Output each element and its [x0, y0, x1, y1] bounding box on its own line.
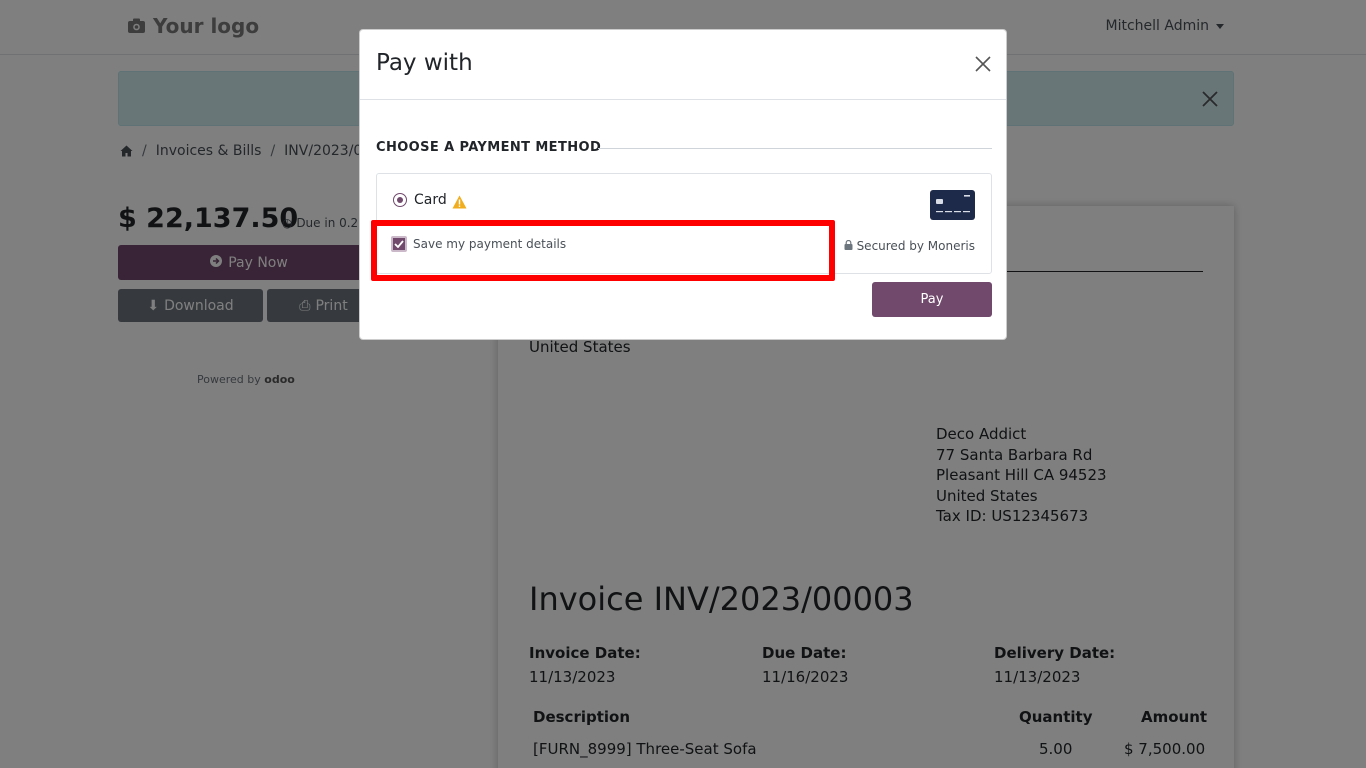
secured-text: Secured by Moneris — [856, 239, 975, 253]
dialog-header: Pay with — [360, 30, 1006, 100]
section-title: CHOOSE A PAYMENT METHOD — [376, 140, 602, 155]
highlight-box — [371, 220, 835, 281]
warning-icon — [452, 194, 467, 209]
credit-card-icon — [930, 190, 975, 220]
pay-label: Pay — [920, 292, 944, 307]
dialog-title: Pay with — [376, 50, 473, 76]
payment-method-label: Card — [414, 192, 447, 208]
pay-with-dialog: Pay with CHOOSE A PAYMENT METHOD Card Sa… — [359, 29, 1007, 340]
payment-method-radio[interactable] — [393, 193, 407, 207]
secured-by-note: Secured by Moneris — [844, 239, 975, 253]
close-icon[interactable] — [974, 55, 992, 73]
pay-button[interactable]: Pay — [872, 282, 992, 317]
section-divider — [598, 148, 992, 149]
lock-icon — [844, 239, 853, 253]
